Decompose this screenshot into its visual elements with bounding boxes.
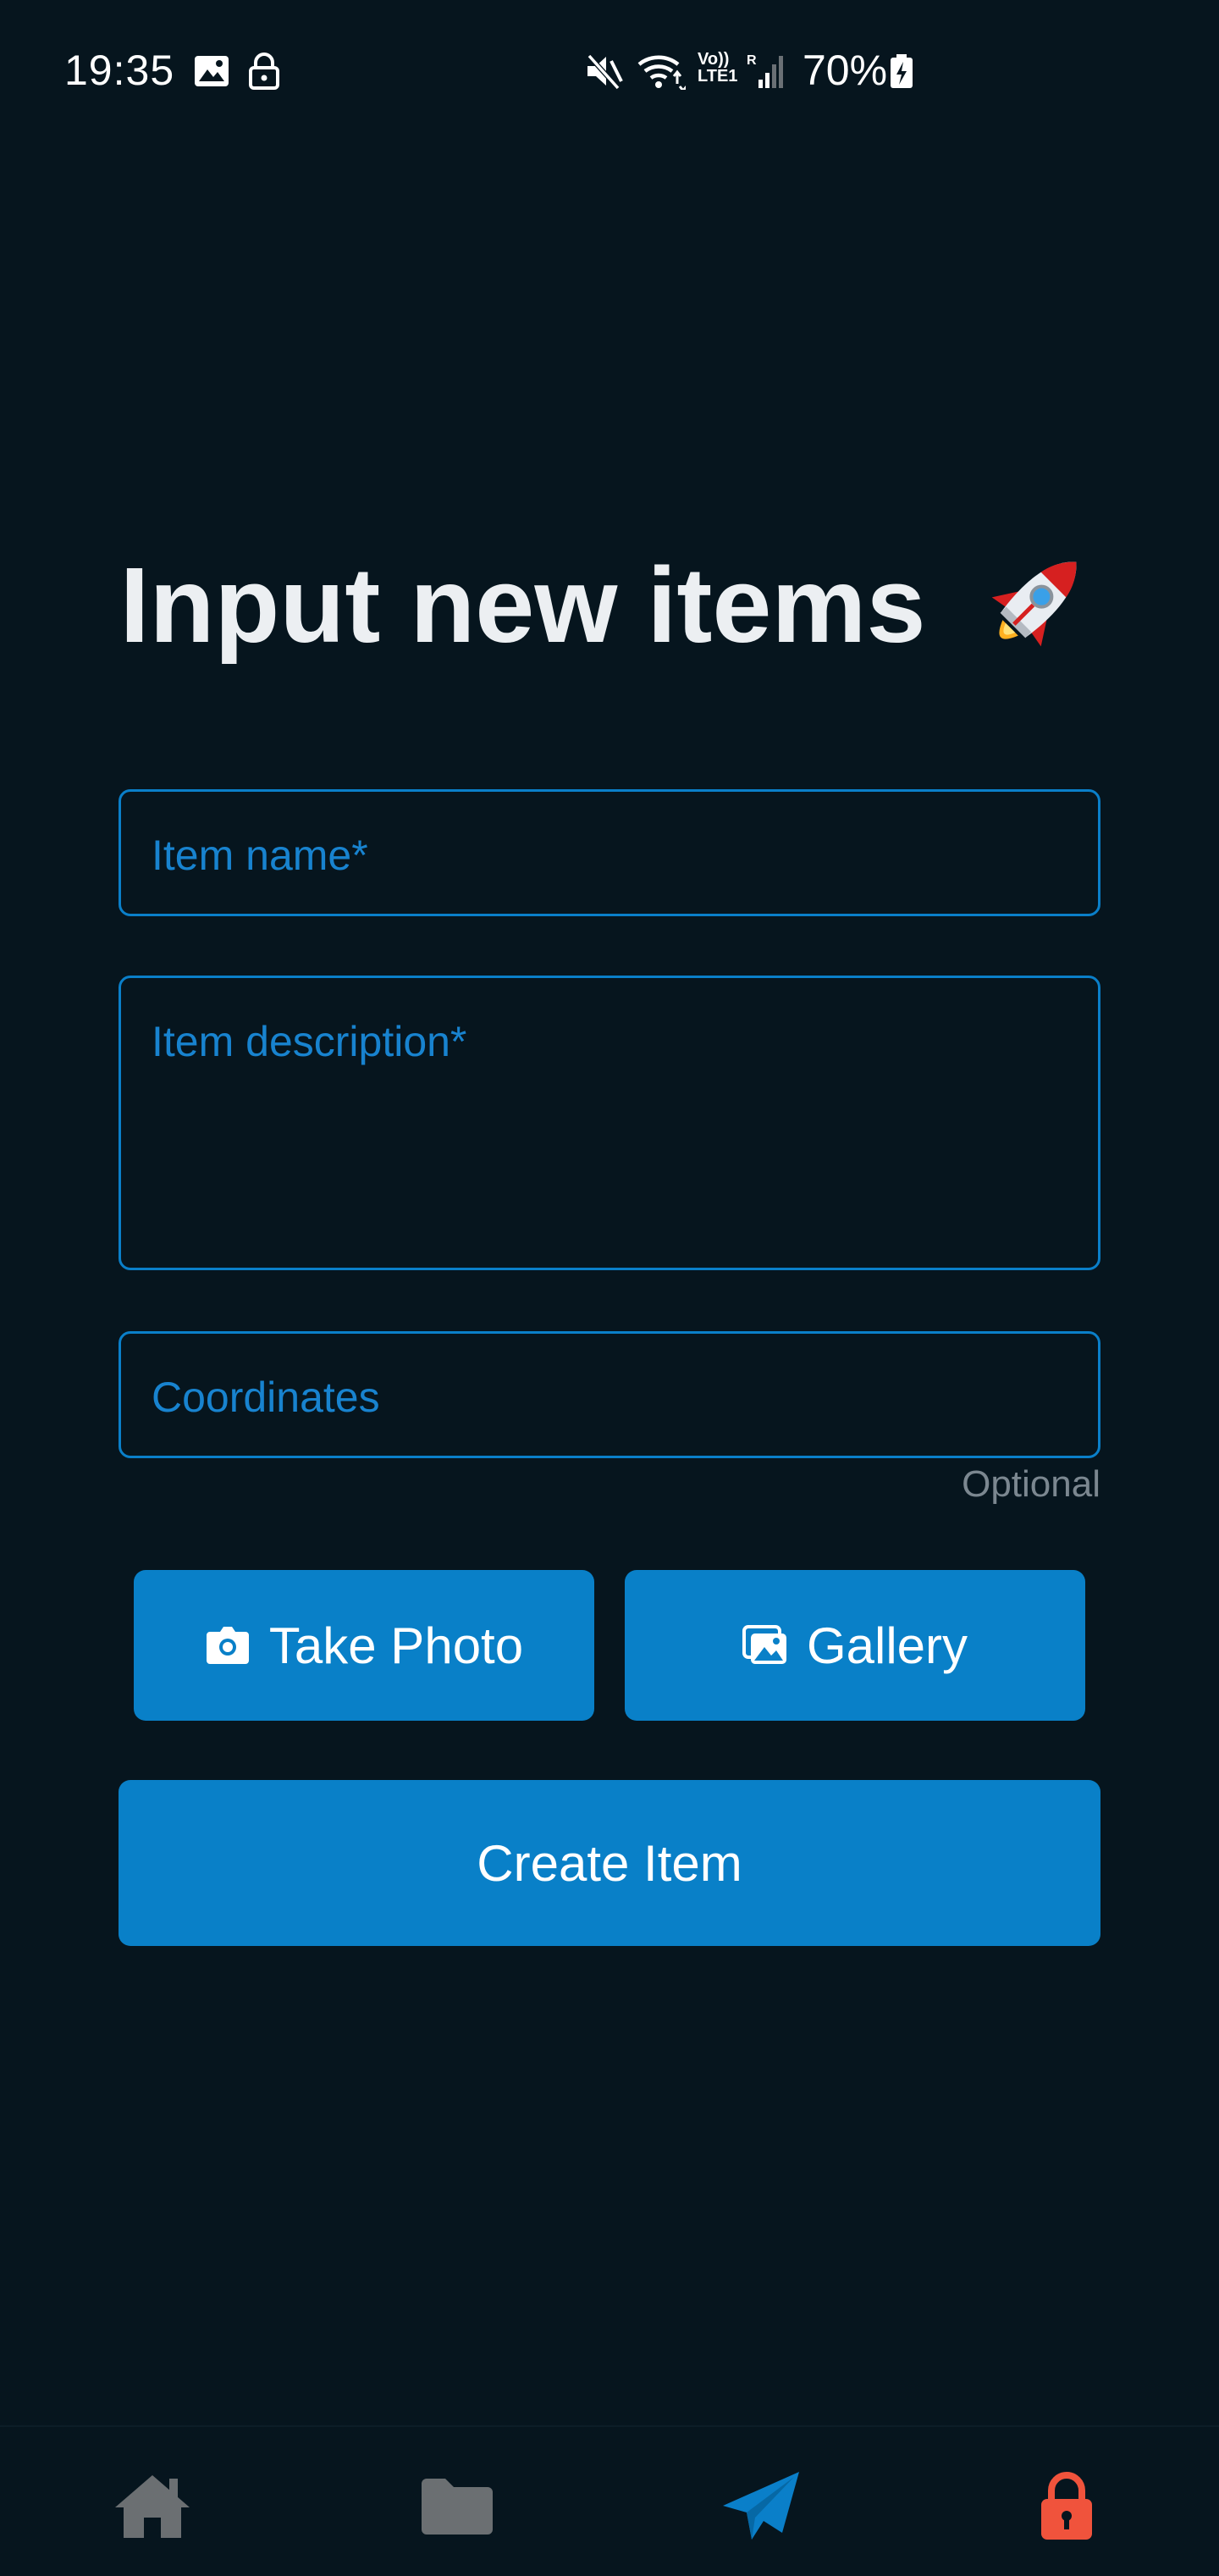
mute-icon	[587, 53, 623, 90]
lock-icon	[1041, 2472, 1092, 2540]
home-icon	[115, 2475, 190, 2538]
nav-send[interactable]	[720, 2468, 804, 2544]
status-bar: 19:35 Vo)) LTE1 R 70%	[0, 0, 1219, 146]
take-photo-button[interactable]: Take Photo	[134, 1570, 594, 1721]
coordinates-optional-hint: Optional	[962, 1463, 1100, 1505]
take-photo-label: Take Photo	[268, 1617, 524, 1674]
roaming-label: R	[747, 53, 757, 68]
item-name-placeholder: Item name*	[152, 832, 368, 879]
gallery-icon	[742, 1625, 786, 1664]
item-name-input[interactable]: Item name*	[119, 789, 1100, 916]
create-item-button[interactable]: Create Item	[119, 1780, 1100, 1946]
nav-home[interactable]	[110, 2468, 195, 2544]
volte-label: Vo))	[698, 50, 730, 69]
network-label: Vo)) LTE1	[698, 51, 737, 85]
status-time: 19:35	[64, 47, 175, 94]
wifi-icon	[637, 55, 686, 90]
page-title: Input new items	[0, 542, 1219, 677]
image-icon	[195, 56, 229, 86]
battery-charging-icon	[891, 54, 913, 88]
signal-icon: R	[747, 53, 783, 88]
gallery-button[interactable]: Gallery	[625, 1570, 1085, 1721]
nav-folder[interactable]	[415, 2468, 499, 2544]
bottom-nav	[0, 2425, 1219, 2576]
nav-lock[interactable]	[1024, 2468, 1109, 2544]
folder-icon	[422, 2479, 493, 2535]
page-title-text: Input new items	[119, 545, 926, 665]
coordinates-placeholder: Coordinates	[152, 1374, 380, 1421]
lock-icon	[249, 53, 279, 90]
gallery-label: Gallery	[806, 1617, 968, 1674]
rocket-icon	[991, 561, 1076, 647]
lte-label: LTE1	[698, 67, 738, 86]
battery-percentage: 70%	[803, 47, 888, 94]
coordinates-input[interactable]: Coordinates	[119, 1331, 1100, 1458]
camera-icon	[206, 1627, 249, 1664]
send-icon	[723, 2472, 799, 2540]
item-description-input[interactable]: Item description*	[119, 976, 1100, 1270]
item-description-placeholder: Item description*	[152, 1018, 467, 1065]
create-item-label: Create Item	[477, 1834, 742, 1892]
